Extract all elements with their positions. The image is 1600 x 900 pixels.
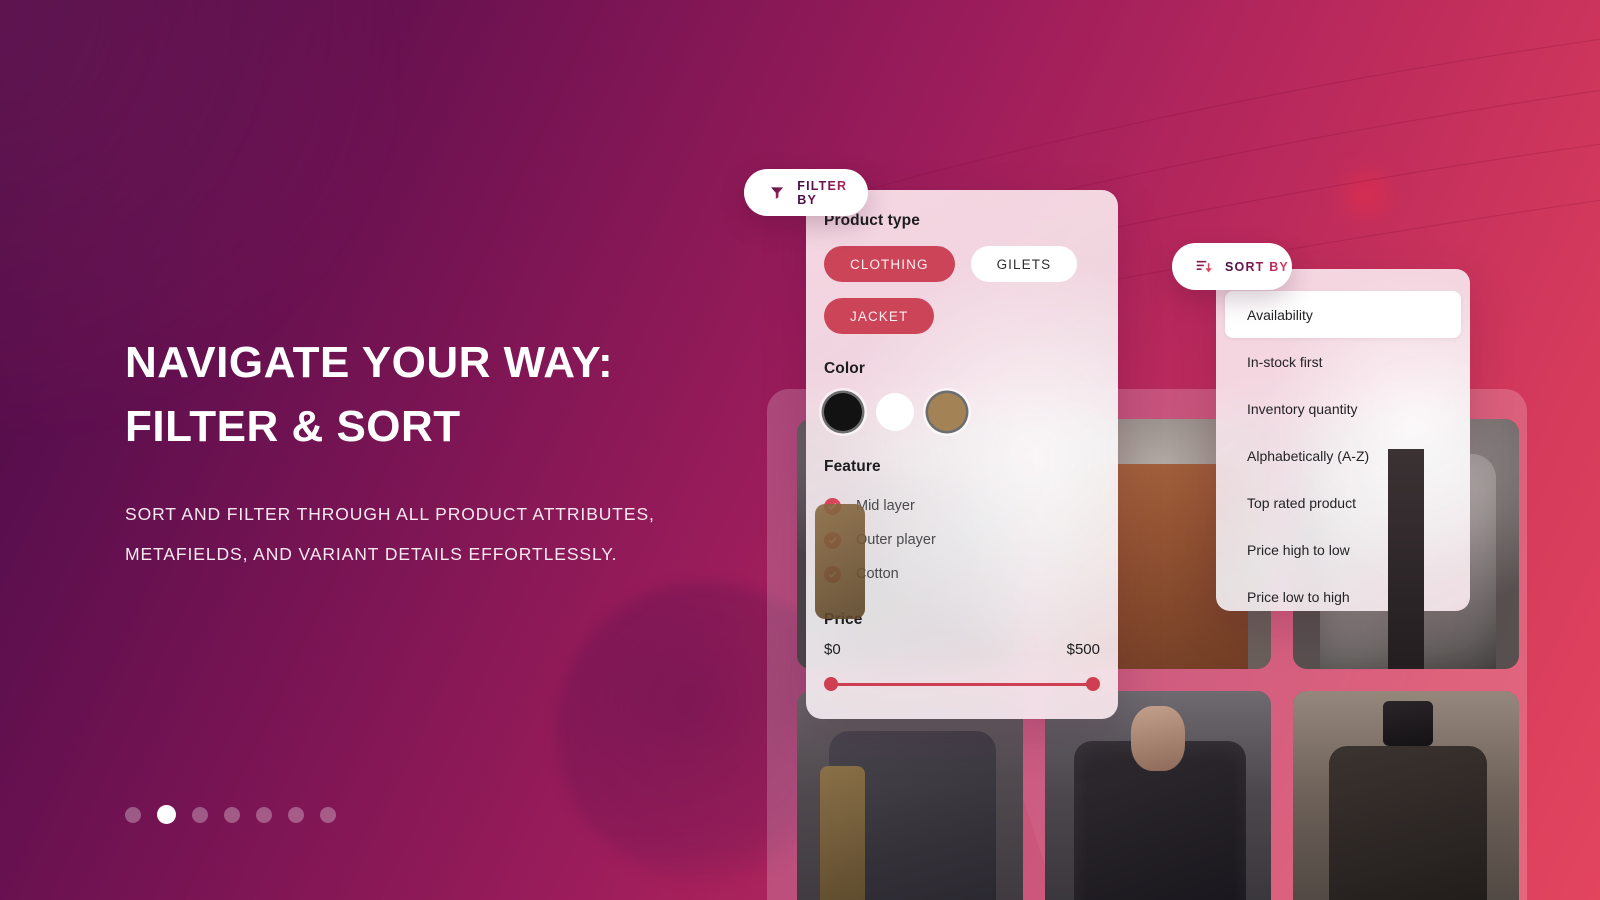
sort-option-availability[interactable]: Availability <box>1225 291 1461 338</box>
sort-panel: Availability In-stock first Inventory qu… <box>1216 269 1470 611</box>
carousel-dot-1[interactable] <box>125 806 141 823</box>
slider-track <box>830 683 1094 686</box>
color-swatch-tan[interactable] <box>928 393 966 431</box>
product-type-options-row2: JACKET <box>824 298 1100 334</box>
product-type-options: CLOTHING GILETS <box>824 246 1100 282</box>
carousel-dot-7[interactable] <box>320 806 336 823</box>
feature-label: Feature <box>824 458 881 475</box>
filter-chip-jacket[interactable]: JACKET <box>824 298 935 334</box>
carousel-dot-3[interactable] <box>192 806 208 823</box>
product-card[interactable] <box>1293 691 1519 900</box>
product-card[interactable] <box>1045 691 1271 900</box>
price-range-values: $0 $500 <box>824 641 1100 658</box>
price-min-value: $0 <box>824 641 841 658</box>
price-label: Price <box>824 611 863 628</box>
sort-option-alphabetically[interactable]: Alphabetically (A-Z) <box>1216 432 1470 479</box>
filter-chip-gilets[interactable]: GILETS <box>970 246 1078 282</box>
filter-chip-clothing[interactable]: CLOTHING <box>824 246 955 282</box>
slider-handle-min[interactable] <box>824 677 838 691</box>
product-card[interactable] <box>797 691 1023 900</box>
carousel-dot-4[interactable] <box>224 806 240 823</box>
sort-option-price-low-to-high[interactable]: Price low to high <box>1216 573 1470 611</box>
funnel-icon <box>771 187 784 199</box>
feature-label-text: Outer player <box>856 532 936 548</box>
feature-checkbox-outer-player[interactable]: Outer player <box>824 523 1100 557</box>
product-image <box>797 691 1023 900</box>
feature-label-text: Mid layer <box>856 498 915 514</box>
color-swatch-black[interactable] <box>824 393 862 431</box>
carousel-pagination[interactable] <box>125 805 336 824</box>
product-type-label: Product type <box>824 212 920 229</box>
carousel-dot-2[interactable] <box>157 805 176 824</box>
product-image <box>1293 691 1519 900</box>
filter-by-tab[interactable]: FILTER BY <box>744 169 868 216</box>
color-swatch-white[interactable] <box>876 393 914 431</box>
sort-by-label: SORT BY <box>1225 259 1289 274</box>
hero-slide: NAVIGATE YOUR WAY: FILTER & SORT SORT AN… <box>0 0 1600 900</box>
slider-handle-max[interactable] <box>1086 677 1100 691</box>
sort-option-inventory-quantity[interactable]: Inventory quantity <box>1216 385 1470 432</box>
filter-panel: Product type CLOTHING GILETS JACKET Colo… <box>806 190 1118 719</box>
sort-option-top-rated-product[interactable]: Top rated product <box>1216 479 1470 526</box>
color-label: Color <box>824 360 865 377</box>
price-range-slider[interactable] <box>824 677 1100 691</box>
hero-copy: NAVIGATE YOUR WAY: FILTER & SORT SORT AN… <box>125 331 745 575</box>
carousel-dot-5[interactable] <box>256 806 272 823</box>
feature-checkbox-cotton[interactable]: Cotton <box>824 557 1100 591</box>
sort-option-price-high-to-low[interactable]: Price high to low <box>1216 526 1470 573</box>
carousel-dot-6[interactable] <box>288 806 304 823</box>
sort-descending-icon <box>1196 260 1212 273</box>
product-image <box>1045 691 1271 900</box>
hero-subtitle: SORT AND FILTER THROUGH ALL PRODUCT ATTR… <box>125 495 745 575</box>
headline-line-1: NAVIGATE YOUR WAY: <box>125 338 614 387</box>
sort-by-tab[interactable]: SORT BY <box>1172 243 1292 290</box>
filter-by-label: FILTER BY <box>797 179 868 207</box>
subtitle-line-1: SORT AND FILTER THROUGH ALL PRODUCT ATTR… <box>125 504 655 525</box>
color-swatches <box>824 393 1100 431</box>
feature-options: Mid layer Outer player Cotton <box>824 489 1100 591</box>
page-title: NAVIGATE YOUR WAY: FILTER & SORT <box>125 331 745 459</box>
headline-line-2: FILTER & SORT <box>125 402 461 452</box>
sort-option-in-stock-first[interactable]: In-stock first <box>1216 338 1470 385</box>
subtitle-line-2: METAFIELDS, AND VARIANT DETAILS EFFORTLE… <box>125 544 618 565</box>
feature-checkbox-mid-layer[interactable]: Mid layer <box>824 489 1100 523</box>
price-max-value: $500 <box>1066 641 1100 658</box>
